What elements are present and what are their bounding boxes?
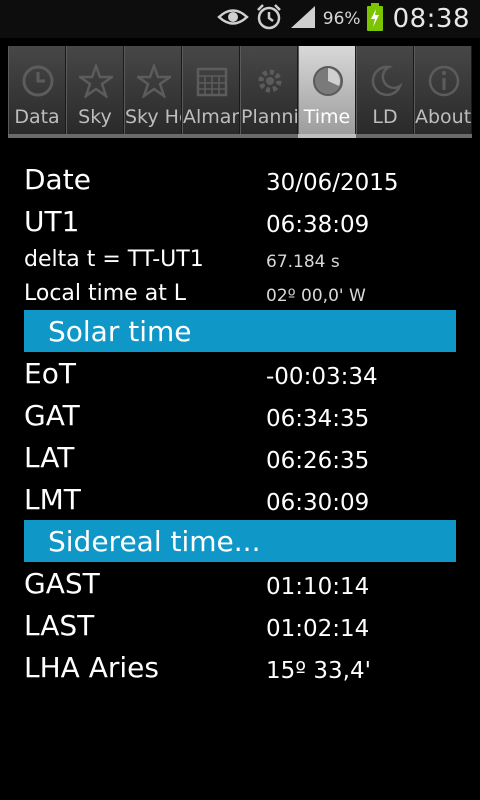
battery-percent: 96% — [322, 9, 361, 29]
calendar-icon — [195, 64, 229, 98]
row-label: GAT — [24, 399, 80, 432]
row-value: 67.184 s — [266, 252, 340, 272]
row-label: EoT — [24, 357, 76, 390]
row-label: LAST — [24, 609, 95, 642]
tab-label: LD — [372, 106, 398, 128]
row-value: 01:10:14 — [266, 574, 370, 600]
row-gast: GAST 01:10:14 — [24, 566, 464, 606]
section-title: Sidereal time... — [48, 525, 261, 558]
clock-icon — [311, 64, 345, 98]
tab-label: Sky — [78, 106, 112, 128]
row-label: LMT — [24, 483, 81, 516]
row-label: GAST — [24, 567, 100, 600]
section-header-sidereal-time[interactable]: Sidereal time... — [24, 520, 456, 562]
row-label: Local time at L — [24, 281, 187, 306]
eye-icon — [216, 6, 249, 32]
tab-time[interactable]: Time — [298, 46, 356, 134]
row-value: 06:34:35 — [266, 406, 370, 432]
tab-sky-ho[interactable]: Sky Ho — [124, 46, 182, 134]
clock-icon — [21, 64, 55, 98]
tab-sky[interactable]: Sky — [66, 46, 124, 134]
tab-label: Planni — [241, 106, 297, 128]
section-title: Solar time — [48, 315, 192, 348]
row-eot: EoT -00:03:34 — [24, 356, 464, 396]
row-value: 06:26:35 — [266, 448, 370, 474]
row-lmt: LMT 06:30:09 — [24, 482, 464, 522]
star-icon — [134, 62, 174, 100]
tab-data[interactable]: Data — [8, 46, 66, 134]
tab-ld[interactable]: LD — [356, 46, 414, 134]
row-value: 06:30:09 — [266, 490, 370, 516]
tab-label: About — [415, 106, 471, 128]
row-label: Date — [24, 163, 91, 196]
tab-label: Time — [303, 106, 351, 128]
tab-about[interactable]: About — [414, 46, 472, 134]
row-value: 30/06/2015 — [266, 170, 399, 196]
tab-planning[interactable]: Planni — [240, 46, 298, 134]
row-lat: LAT 06:26:35 — [24, 440, 464, 480]
tab-bar: Data Sky Sky Ho Almana Planni Time LD Ab… — [8, 46, 472, 138]
row-label: UT1 — [24, 205, 80, 238]
row-value: 06:38:09 — [266, 212, 370, 238]
row-lha-aries: LHA Aries 15º 33,4' — [24, 650, 464, 690]
row-last: LAST 01:02:14 — [24, 608, 464, 648]
tab-underline — [8, 134, 472, 138]
tab-label: Almana — [183, 106, 239, 128]
status-bar: 96% 08:38 — [0, 0, 480, 38]
tab-label: Data — [14, 106, 60, 128]
star-icon — [76, 62, 116, 100]
row-value: -00:03:34 — [266, 364, 378, 390]
moon-icon — [369, 64, 403, 98]
row-value: 02º 00,0' W — [266, 286, 366, 306]
row-date: Date 30/06/2015 — [24, 162, 464, 202]
tab-label: Sky Ho — [125, 106, 181, 128]
status-clock: 08:38 — [392, 4, 470, 34]
gear-icon — [253, 64, 287, 98]
row-local-time: Local time at L 02º 00,0' W — [24, 272, 464, 312]
tab-selection-indicator — [298, 134, 356, 138]
row-value: 01:02:14 — [266, 616, 370, 642]
alarm-clock-icon — [255, 3, 283, 35]
row-label: delta t = TT-UT1 — [24, 247, 204, 272]
tab-almanac[interactable]: Almana — [182, 46, 240, 134]
row-value: 15º 33,4' — [266, 658, 371, 684]
section-header-solar-time[interactable]: Solar time — [24, 310, 456, 352]
info-icon — [427, 64, 461, 98]
row-label: LAT — [24, 441, 75, 474]
signal-icon — [289, 4, 317, 34]
battery-charging-icon — [366, 3, 383, 35]
row-label: LHA Aries — [24, 651, 159, 684]
row-gat: GAT 06:34:35 — [24, 398, 464, 438]
